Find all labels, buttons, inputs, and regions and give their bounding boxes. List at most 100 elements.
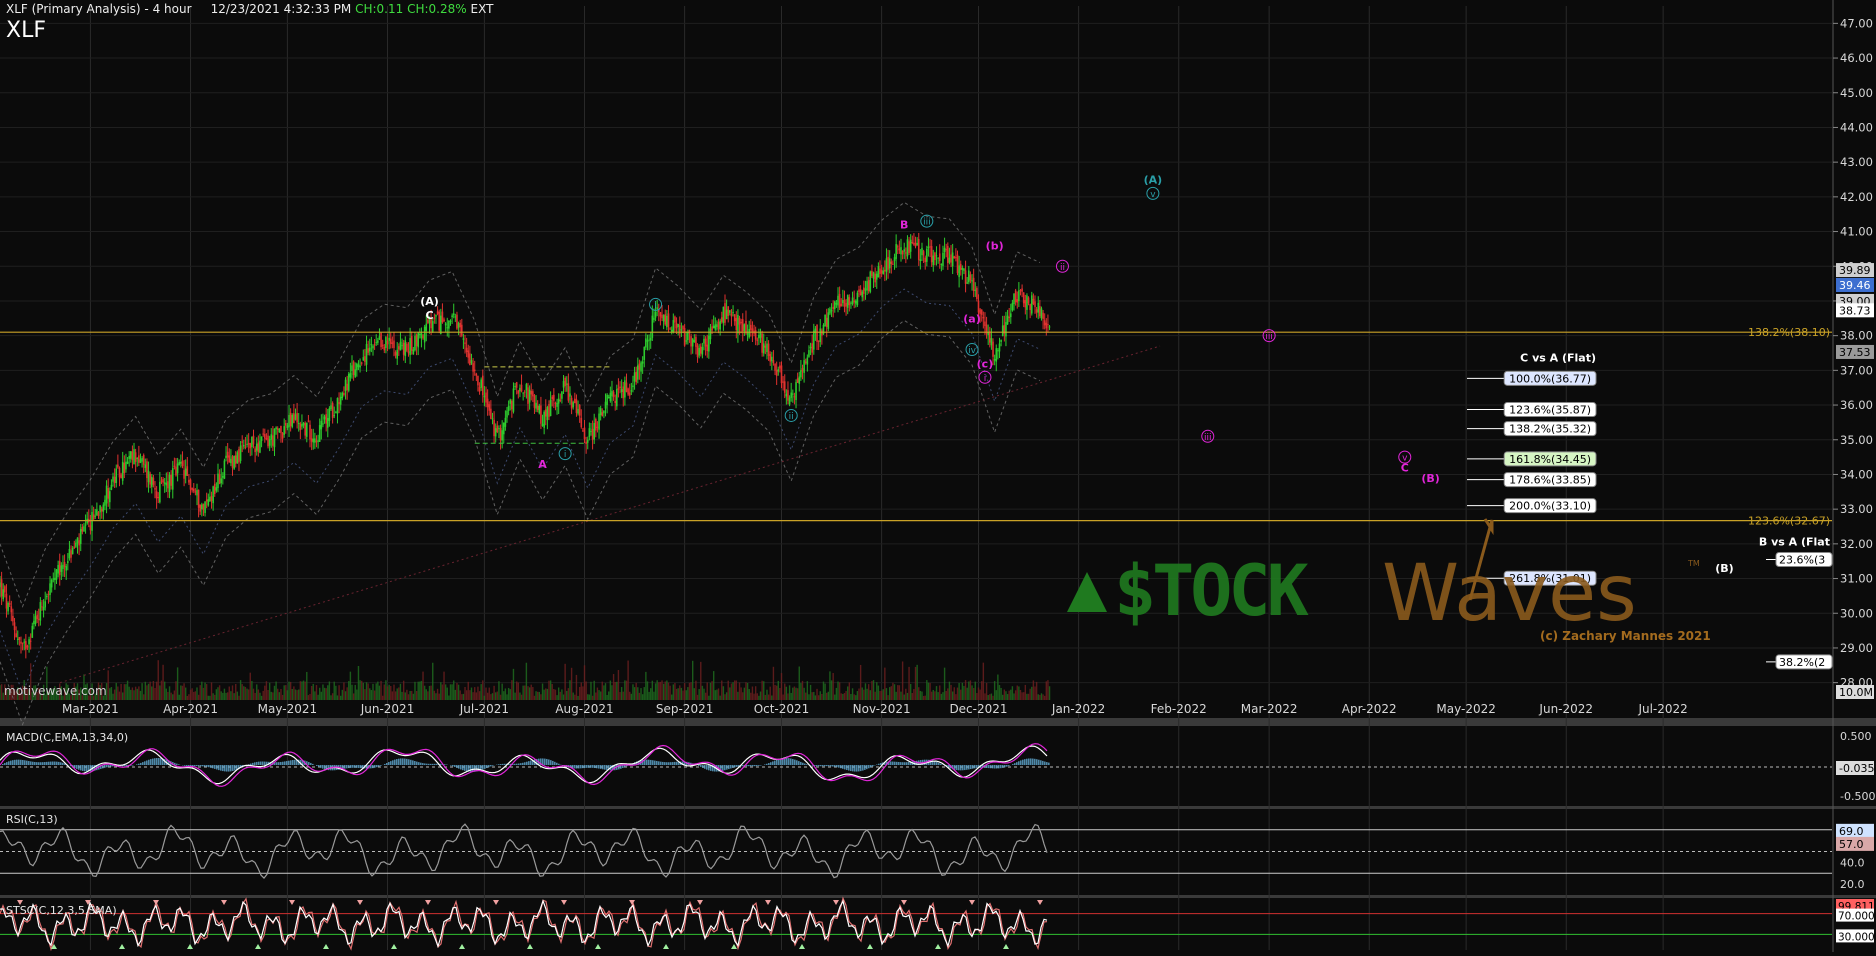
candle-body: [666, 316, 668, 327]
volume-bar: [367, 683, 368, 700]
macd-histogram-bar: [860, 765, 862, 771]
volume-bar: [529, 687, 530, 700]
candle-body: [169, 475, 171, 492]
candle-body: [23, 642, 25, 643]
volume-bar: [560, 692, 561, 700]
candle-body: [404, 340, 406, 356]
candle-body: [606, 395, 608, 405]
macd-histogram-bar: [876, 764, 878, 765]
candle-body: [836, 303, 838, 305]
candle-body: [488, 404, 490, 411]
x-tick-label: Dec-2021: [949, 702, 1007, 716]
volume-bar: [125, 684, 126, 700]
candle-body: [1021, 289, 1023, 292]
macd-histogram-bar: [1016, 762, 1018, 765]
volume-bar: [251, 681, 252, 700]
price-marker-label: 39.46: [1839, 279, 1871, 292]
volume-bar: [335, 686, 336, 700]
candle-body: [403, 343, 405, 355]
volume-bar: [453, 680, 454, 700]
wave-label: (a): [963, 312, 980, 325]
volume-bar: [978, 687, 979, 700]
candle-body: [802, 368, 804, 371]
macd-histogram-bar: [666, 762, 668, 765]
macd-histogram-bar: [842, 765, 844, 769]
candle-body: [306, 423, 308, 437]
candle-body: [15, 633, 17, 637]
candle-body: [1005, 322, 1007, 336]
candle-body: [687, 332, 689, 340]
volume-bar: [1021, 692, 1022, 700]
macd-histogram-bar: [230, 765, 232, 771]
macd-histogram-bar: [432, 764, 434, 765]
candle-body: [135, 452, 137, 462]
volume-bar: [561, 689, 562, 700]
candle-body: [385, 337, 387, 348]
candle-body: [673, 320, 675, 332]
volume-bar: [976, 693, 977, 700]
x-tick-label: Mar-2022: [1241, 702, 1298, 716]
candle-body: [566, 384, 568, 385]
volume-bar: [703, 689, 704, 700]
candle-body: [51, 580, 53, 588]
volume-bar: [254, 693, 255, 700]
macd-histogram-bar: [158, 758, 160, 765]
volume-bar: [334, 682, 335, 700]
candle-body: [6, 594, 8, 609]
volume-bar: [986, 683, 987, 700]
volume-bar: [915, 667, 916, 700]
volume-bar: [786, 687, 787, 700]
candle-body: [976, 288, 978, 299]
volume-bar: [634, 687, 635, 700]
volume-bar: [626, 681, 627, 700]
volume-bar: [621, 687, 622, 700]
volume-bar: [721, 681, 722, 700]
chart-svg[interactable]: Mar-2021Apr-2021May-2021Jun-2021Jul-2021…: [0, 0, 1876, 952]
candle-body: [474, 370, 476, 371]
wave-label: B: [900, 219, 908, 232]
volume-bar: [372, 684, 373, 700]
volume-bar: [874, 692, 875, 700]
candle-body: [177, 464, 179, 474]
rsi-y-tick-label: 40.0: [1840, 856, 1865, 869]
chart-stage[interactable]: Mar-2021Apr-2021May-2021Jun-2021Jul-2021…: [0, 0, 1876, 952]
volume-bar: [322, 684, 323, 700]
volume-bar: [739, 682, 740, 700]
macd-histogram-bar: [40, 762, 42, 765]
candle-body: [219, 474, 221, 484]
macd-histogram-bar: [320, 765, 322, 768]
candle-body: [212, 486, 214, 503]
macd-histogram-bar: [600, 765, 602, 769]
candle-body: [624, 380, 626, 397]
candle-body: [989, 331, 991, 342]
candle-body: [984, 321, 986, 326]
candle-body: [521, 385, 523, 392]
macd-histogram-bar: [400, 758, 402, 765]
volume-bar: [416, 691, 417, 700]
candle-body: [713, 326, 715, 328]
candle-body: [395, 352, 397, 355]
volume-bar: [949, 682, 950, 700]
volume-bar: [1028, 694, 1029, 700]
candle-body: [438, 312, 440, 331]
volume-bar: [724, 694, 725, 700]
candle-body: [556, 403, 558, 407]
volume-bar: [161, 681, 162, 700]
y-tick-label: 32.00: [1840, 537, 1873, 551]
macd-histogram-bar: [50, 762, 52, 765]
macd-histogram-bar: [1012, 764, 1014, 765]
macd-histogram-bar: [752, 765, 754, 766]
candle-body: [11, 606, 13, 612]
macd-histogram-bar: [834, 765, 836, 767]
candle-body: [119, 468, 121, 478]
volume-bar: [987, 695, 988, 700]
volume-bar: [266, 681, 267, 700]
volume-bar: [619, 692, 620, 700]
candle-body: [647, 340, 649, 341]
macd-histogram-bar: [1048, 763, 1050, 765]
candle-body: [795, 382, 797, 400]
x-tick-label: May-2022: [1436, 702, 1495, 716]
volume-bar: [790, 693, 791, 700]
macd-histogram-bar: [770, 762, 772, 765]
volume-bar: [668, 683, 669, 700]
